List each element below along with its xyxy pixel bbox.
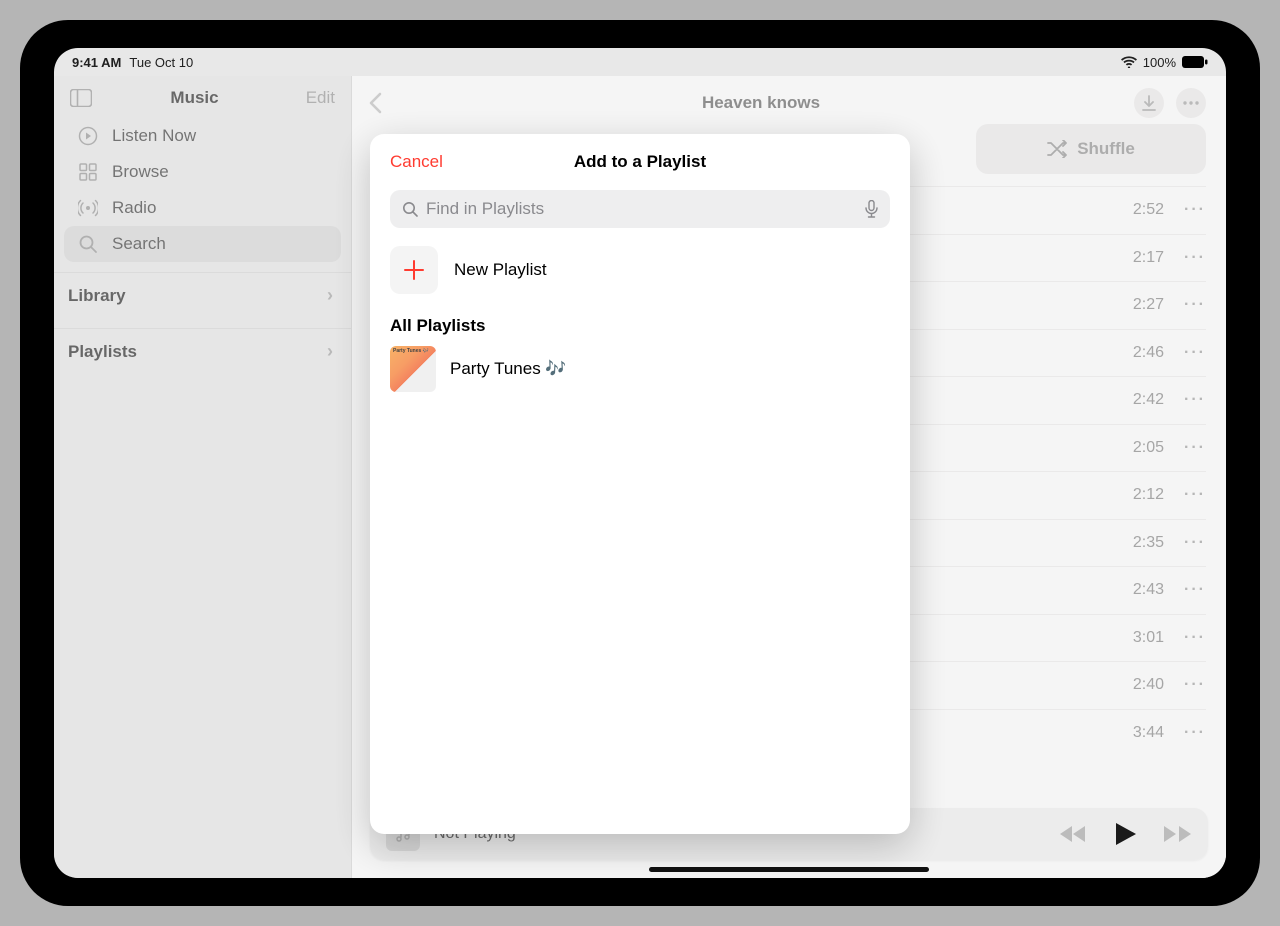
search-playlists-field[interactable] [390,190,890,228]
modal-title: Add to a Playlist [574,152,706,172]
plus-icon [403,259,425,281]
add-to-playlist-modal: Cancel Add to a Playlist New Playlist Al… [370,134,910,834]
playlist-thumb-label: Party Tunes 🎶 [393,348,429,354]
playlist-name: Party Tunes 🎶 [450,359,567,379]
device-frame: 9:41 AM Tue Oct 10 100% Music Edit [20,20,1260,906]
all-playlists-label: All Playlists [390,316,890,336]
microphone-icon[interactable] [865,200,878,218]
cancel-button[interactable]: Cancel [390,152,443,172]
search-playlists-input[interactable] [426,199,857,219]
search-icon [402,201,418,217]
new-playlist-label: New Playlist [454,260,547,280]
playlist-row-party-tunes[interactable]: Party Tunes 🎶 Party Tunes 🎶 [390,346,890,392]
screen: 9:41 AM Tue Oct 10 100% Music Edit [54,48,1226,878]
plus-box [390,246,438,294]
playlist-thumbnail: Party Tunes 🎶 [390,346,436,392]
new-playlist-button[interactable]: New Playlist [390,246,890,294]
